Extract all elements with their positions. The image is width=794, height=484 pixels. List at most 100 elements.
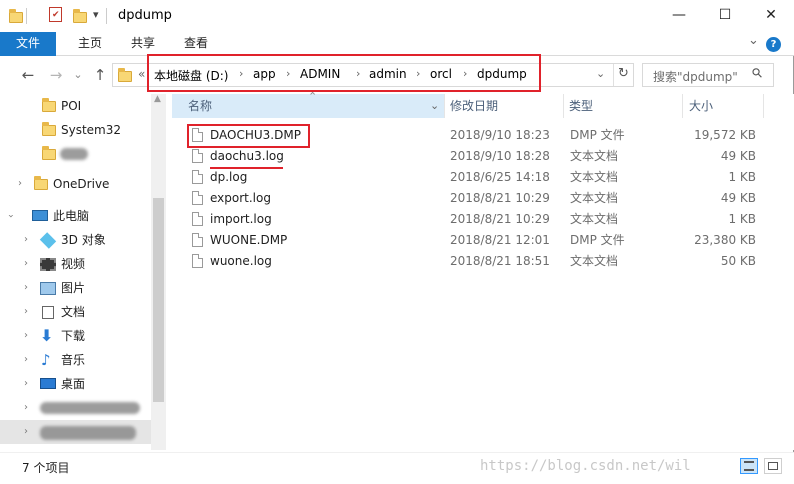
file-name: wuone.log (210, 254, 272, 268)
breadcrumb-admin-upper[interactable]: ADMIN (300, 67, 340, 81)
minimize-button[interactable]: — (656, 0, 702, 32)
file-row[interactable]: daochu3.log 2018/9/10 18:28 文本文档 49 KB (186, 146, 762, 167)
expand-icon[interactable]: › (24, 348, 28, 372)
refresh-icon[interactable]: ↻ (618, 66, 629, 81)
breadcrumb-drive-d[interactable]: 本地磁盘 (D:) (154, 67, 228, 84)
recent-locations-button[interactable]: ⌄ (68, 65, 88, 85)
expand-icon[interactable]: › (18, 172, 22, 196)
scrollbar-thumb[interactable] (153, 198, 164, 402)
status-bar: 7 个项目 https://blog.csdn.net/wil (0, 452, 794, 484)
sidebar-item-redacted[interactable] (0, 142, 166, 166)
file-list-scrollbar[interactable] (777, 94, 794, 450)
tab-share[interactable]: 共享 (119, 32, 167, 56)
tab-home[interactable]: 主页 (66, 32, 114, 56)
sidebar-item-label: 桌面 (61, 377, 86, 391)
sidebar-item-videos[interactable]: › 视频 (0, 252, 166, 276)
music-icon: ♪ (41, 351, 51, 369)
file-name: import.log (210, 212, 272, 226)
file-row[interactable]: wuone.log 2018/8/21 18:51 文本文档 50 KB (186, 251, 762, 272)
expand-icon[interactable]: › (24, 252, 28, 276)
expand-icon[interactable]: › (24, 228, 28, 252)
sidebar-item-onedrive[interactable]: › OneDrive (0, 172, 166, 196)
customize-toolbar-icon[interactable]: ▾ (93, 8, 99, 21)
sidebar-item-poi[interactable]: POI (0, 94, 166, 118)
breadcrumb-overflow[interactable]: « (138, 67, 145, 81)
column-header-size[interactable]: 大小 (683, 94, 763, 118)
forward-button[interactable]: → (46, 65, 66, 85)
file-size: 1 KB (728, 212, 756, 226)
breadcrumb-app[interactable]: app (253, 67, 276, 81)
file-size: 1 KB (728, 170, 756, 184)
collapse-icon[interactable]: › (0, 214, 22, 218)
sidebar-item-downloads[interactable]: › ⬇ 下载 (0, 324, 166, 348)
file-modified: 2018/8/21 12:01 (450, 233, 550, 247)
expand-icon[interactable]: › (24, 300, 28, 324)
divider (613, 64, 614, 86)
new-folder-icon[interactable] (73, 9, 87, 23)
sidebar-item-documents[interactable]: › 文档 (0, 300, 166, 324)
column-header-modified[interactable]: 修改日期 (445, 94, 564, 118)
search-icon[interactable]: ⚲ (749, 65, 766, 82)
desktop-icon (40, 378, 56, 389)
breadcrumb-admin[interactable]: admin (369, 67, 407, 81)
ribbon-collapse-icon[interactable]: ⌄ (748, 33, 759, 48)
details-view-button[interactable] (740, 458, 758, 474)
text-file-icon (192, 254, 203, 268)
redaction-blur (40, 426, 136, 440)
navigation-scrollbar[interactable]: ▲ (151, 94, 166, 450)
folder-icon (42, 146, 56, 160)
file-row[interactable]: export.log 2018/8/21 10:29 文本文档 49 KB (186, 188, 762, 209)
file-row[interactable]: WUONE.DMP 2018/8/21 12:01 DMP 文件 23,380 … (186, 230, 762, 251)
file-row[interactable]: import.log 2018/8/21 10:29 文本文档 1 KB (186, 209, 762, 230)
tab-view[interactable]: 查看 (172, 32, 220, 56)
breadcrumb-separator[interactable]: › (463, 67, 467, 80)
expand-icon[interactable]: › (24, 276, 28, 300)
sidebar-item-redacted[interactable]: › (0, 420, 166, 444)
sidebar-item-this-pc[interactable]: › 此电脑 (0, 204, 166, 228)
breadcrumb-dpdump[interactable]: dpdump (477, 67, 527, 81)
properties-icon[interactable]: ✔ (49, 7, 62, 22)
back-button[interactable]: ← (18, 65, 38, 85)
breadcrumb-separator[interactable]: › (286, 67, 290, 80)
file-row[interactable]: dp.log 2018/6/25 14:18 文本文档 1 KB (186, 167, 762, 188)
address-bar[interactable]: « 本地磁盘 (D:) › app › ADMIN › admin › orcl… (112, 63, 634, 87)
ribbon-tabs: 文件 主页 共享 查看 ⌄ ? (0, 32, 794, 56)
close-button[interactable]: ✕ (748, 0, 794, 32)
column-divider[interactable] (763, 94, 764, 118)
large-icons-view-button[interactable] (764, 458, 782, 474)
column-filter-icon[interactable]: ⌄ (430, 94, 439, 118)
maximize-button[interactable]: ☐ (702, 0, 748, 32)
sidebar-item-desktop[interactable]: › 桌面 (0, 372, 166, 396)
sidebar-item-label: OneDrive (53, 177, 110, 191)
file-row[interactable]: DAOCHU3.DMP 2018/9/10 18:23 DMP 文件 19,57… (186, 125, 762, 146)
up-button[interactable]: ↑ (90, 65, 110, 85)
file-icon (192, 128, 203, 142)
expand-icon[interactable]: › (24, 372, 28, 396)
column-header-name[interactable]: 名称 ⌃ ⌄ (172, 90, 444, 118)
file-type: 文本文档 (570, 191, 619, 205)
search-box[interactable]: 搜索"dpdump" ⚲ (642, 63, 774, 87)
file-name: DAOCHU3.DMP (210, 128, 301, 142)
scroll-up-icon[interactable]: ▲ (154, 94, 161, 104)
file-modified: 2018/8/21 10:29 (450, 191, 550, 205)
expand-icon[interactable]: › (24, 396, 28, 420)
sidebar-item-system32[interactable]: System32 (0, 118, 166, 142)
address-dropdown-icon[interactable]: ⌄ (596, 67, 605, 80)
breadcrumb-orcl[interactable]: orcl (430, 67, 452, 81)
expand-icon[interactable]: › (24, 324, 28, 348)
sidebar-item-3d-objects[interactable]: › 3D 对象 (0, 228, 166, 252)
column-header-type[interactable]: 类型 (564, 94, 682, 118)
sidebar-item-music[interactable]: › ♪ 音乐 (0, 348, 166, 372)
sidebar-item-redacted[interactable]: › (0, 396, 166, 420)
tab-file[interactable]: 文件 (0, 32, 56, 56)
pictures-icon (40, 282, 56, 295)
folder-icon (9, 9, 23, 23)
breadcrumb-separator[interactable]: › (416, 67, 420, 80)
sidebar-item-pictures[interactable]: › 图片 (0, 276, 166, 300)
help-icon[interactable]: ? (766, 37, 781, 52)
breadcrumb-separator[interactable]: › (239, 67, 243, 80)
sort-ascending-icon: ⌃ (308, 90, 318, 103)
expand-icon[interactable]: › (24, 420, 28, 444)
breadcrumb-separator[interactable]: › (356, 67, 360, 80)
item-count: 7 个项目 (22, 461, 70, 475)
